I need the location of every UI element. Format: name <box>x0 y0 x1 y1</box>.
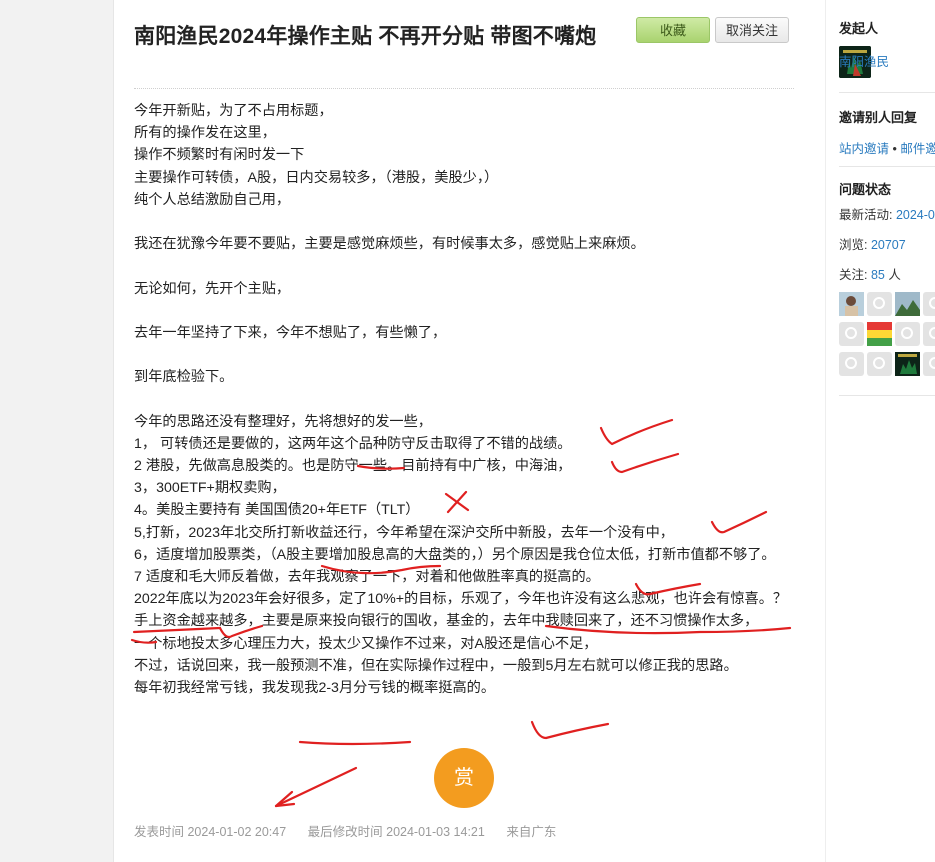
follower-avatar-default[interactable] <box>923 352 935 376</box>
post-line: 不过，话说回来，我一般预测不准，但在实际操作过程中，一般到5月左右就可以修正我的… <box>134 657 738 674</box>
landscape-photo-icon <box>895 292 920 316</box>
sidebar-separator <box>839 92 935 93</box>
follower-avatar-default[interactable] <box>839 322 864 346</box>
last-active-link[interactable]: 2024-01-03 <box>896 208 935 222</box>
post-line: 去年一年坚持了下来，今年不想贴了，有些懒了， <box>134 324 447 341</box>
followers-label: 关注: <box>839 268 871 282</box>
post-line: 一个标地投太多心理压力大，投太少又操作不过来，对A股还是信心不足， <box>134 635 598 652</box>
follower-avatar-default[interactable] <box>923 292 935 316</box>
post-line: 5,打新，2023年北交所打新收益还行，今年希望在深沪交所中新股，去年一个没有中… <box>134 524 674 541</box>
author-name-link[interactable]: 南阳渔民 <box>839 51 889 70</box>
follower-avatar[interactable] <box>839 292 864 316</box>
follower-avatar-default[interactable] <box>923 322 935 346</box>
followers-count: 关注: 85 人 <box>839 264 901 283</box>
initiator-heading: 发起人 <box>839 21 879 36</box>
post-line: 今年的思路还没有整理好，先将想好的发一些， <box>134 413 432 430</box>
views-value: 20707 <box>870 238 906 252</box>
status-heading: 问题状态 <box>839 182 892 197</box>
post-line: 纯个人总结激励自己用， <box>134 191 291 208</box>
invite-heading: 邀请别人回复 <box>839 110 918 125</box>
color-stripes-icon <box>867 322 892 346</box>
title-divider <box>134 88 794 89</box>
follower-avatar-default[interactable] <box>867 352 892 376</box>
followers-value[interactable]: 85 <box>871 268 885 282</box>
post-line: 今年开新贴，为了不占用标题， <box>134 103 333 119</box>
post-line: 1， 可转债还是要做的，这两年这个品种防守反击取得了不错的战绩。 <box>134 435 572 452</box>
post-line: 3，300ETF+期权卖购， <box>134 480 286 497</box>
last-active: 最新活动: 2024-01-03 <box>839 204 935 223</box>
post-location: 来自广东 <box>506 825 557 839</box>
follower-avatar-default[interactable] <box>839 352 864 376</box>
followers-unit: 人 <box>884 268 901 282</box>
invite-onsite-link[interactable]: 站内邀请 <box>839 142 889 156</box>
unfollow-button[interactable]: 取消关注 <box>715 17 789 43</box>
post-line: 2 港股，先做高息股类的。也是防守一些。目前持有中广核，中海油， <box>134 458 572 474</box>
left-gutter <box>0 0 114 862</box>
invite-separator: • <box>892 142 897 156</box>
modified-time: 最后修改时间 2024-01-03 14:21 <box>307 825 485 839</box>
sidebar-separator <box>839 166 935 167</box>
favorite-button[interactable]: 收藏 <box>636 17 710 43</box>
invite-email-link[interactable]: 邮件邀请 <box>900 142 935 156</box>
follower-avatar[interactable] <box>895 292 920 316</box>
person-photo-icon <box>839 292 864 316</box>
sidebar: 发起人 南阳渔民 邀请别人回复 站内邀请 • 邮件邀请 问题状态 最新活动: 2… <box>825 0 935 862</box>
post-line: 所有的操作发在这里， <box>134 125 276 142</box>
post-body: 今年开新贴，为了不占用标题， 所有的操作发在这里， 操作不频繁时有闲时发一下 主… <box>134 100 794 699</box>
follower-avatar[interactable] <box>895 352 920 376</box>
post-line: 4。美股主要持有 美国国债20+年ETF（TLT） <box>134 502 420 519</box>
post-line: 手上资金越来越多，主要是原来投向银行的国收，基金的，去年中我赎回来了，还不习惯操… <box>134 613 759 630</box>
post-line: 主要操作可转债，A股，日内交易较多，（港股，美股少，） <box>134 169 499 186</box>
last-active-label: 最新活动: <box>839 208 896 222</box>
post-main: 南阳渔民2024年操作主贴 不再开分贴 带图不嘴炮 收藏 取消关注 今年开新贴，… <box>114 0 814 862</box>
follower-avatar[interactable] <box>867 322 892 346</box>
post-meta: 发表时间 2024-01-02 20:47 最后修改时间 2024-01-03 … <box>134 821 574 840</box>
views-count: 浏览: 20707 <box>839 234 906 253</box>
post-line: 我还在犹豫今年要不要贴，主要是感觉麻烦些，有时候事太多，感觉贴上来麻烦。 <box>134 236 645 253</box>
follower-avatar-default[interactable] <box>895 322 920 346</box>
reward-button[interactable]: 赏 <box>434 748 494 808</box>
post-line: 2022年底以为2023年会好很多，定了10%+的目标，乐观了，今年也许没有这么… <box>134 591 788 608</box>
follower-avatar-default[interactable] <box>867 292 892 316</box>
sidebar-divider <box>825 0 826 862</box>
publish-time: 发表时间 2024-01-02 20:47 <box>134 825 287 839</box>
post-line: 6，适度增加股票类，（A股主要增加股息高的大盘类的，）另个原因是我仓位太低，打新… <box>134 546 776 563</box>
views-label: 浏览: <box>839 238 871 252</box>
author-avatar-small-icon <box>895 352 920 376</box>
post-line: 每年初我经常亏钱，我发现我2-3月分亏钱的概率挺高的。 <box>134 679 496 696</box>
post-line: 到年底检验下。 <box>134 369 234 386</box>
sidebar-separator <box>839 395 935 396</box>
post-line: 无论如何，先开个主贴， <box>134 280 291 297</box>
post-line: 7 适度和毛大师反着做，去年我观察了一下，对着和他做胜率真的挺高的。 <box>134 568 600 585</box>
post-line: 操作不频繁时有闲时发一下 <box>134 147 305 164</box>
invite-links: 站内邀请 • 邮件邀请 <box>839 138 935 157</box>
post-title: 南阳渔民2024年操作主贴 不再开分贴 带图不嘴炮 <box>134 25 597 48</box>
